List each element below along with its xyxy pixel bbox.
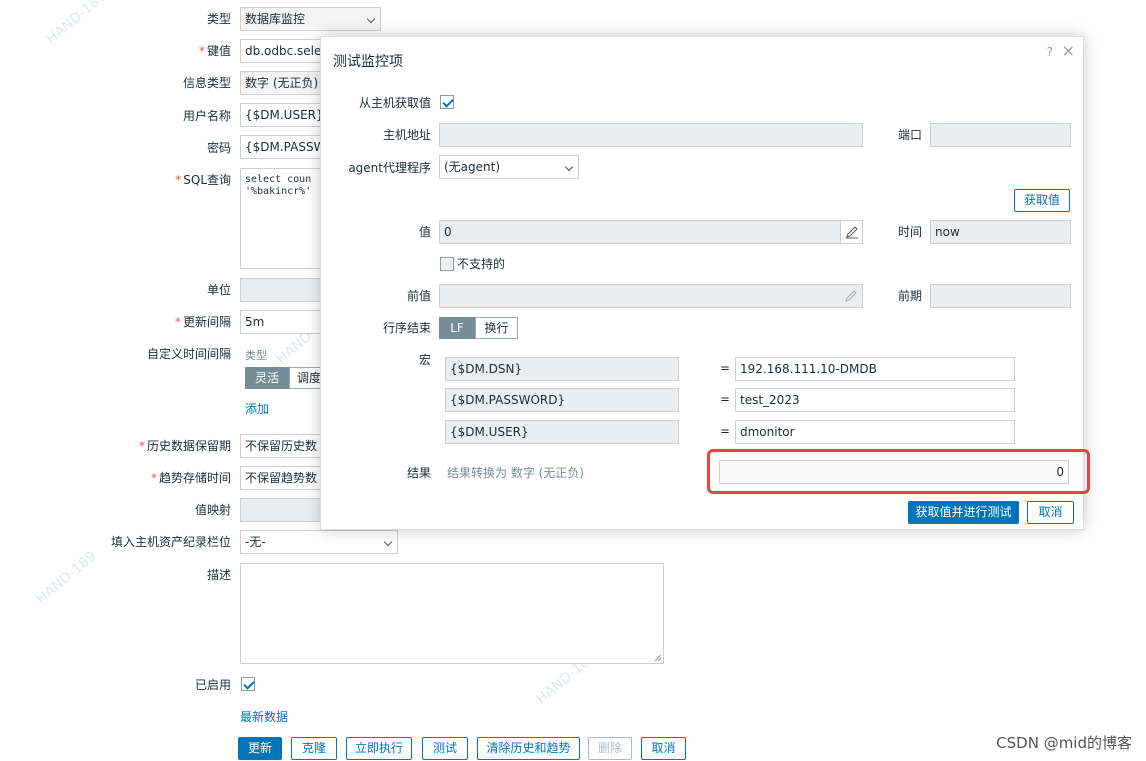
- eol-lf-toggle[interactable]: LF: [439, 317, 475, 339]
- add-interval-link[interactable]: 添加: [245, 400, 269, 417]
- valuemap-input[interactable]: [240, 498, 330, 522]
- password-label: 密码: [206, 141, 231, 155]
- history-label: * 历史数据保留期: [138, 439, 231, 453]
- delete-button: 删除: [588, 737, 632, 760]
- custom-interval-label: 自定义时间间隔: [146, 347, 231, 361]
- dialog-cancel-button[interactable]: 取消: [1027, 501, 1074, 524]
- macros-label: 宏: [418, 353, 431, 367]
- footer-credit: CSDN @mid的博客: [996, 734, 1132, 752]
- macro-value-input[interactable]: dmonitor: [735, 420, 1015, 444]
- user-label: 用户名称: [182, 109, 231, 123]
- equals-sign: =: [720, 392, 731, 406]
- type-select[interactable]: 数据库监控: [240, 7, 381, 31]
- user-input[interactable]: {$DM.USER}: [240, 103, 330, 127]
- time-label: 时间: [898, 225, 923, 239]
- interval-label: * 更新间隔: [174, 315, 231, 329]
- test-button[interactable]: 测试: [422, 737, 468, 760]
- port-input[interactable]: [930, 123, 1071, 147]
- valuemap-label: 值映射: [194, 503, 231, 517]
- prev-value-input[interactable]: [439, 284, 863, 308]
- highlight-box: [707, 449, 1090, 494]
- result-label: 结果: [406, 466, 431, 480]
- info-type-select[interactable]: 数字 (无正负): [240, 71, 330, 95]
- inventory-select[interactable]: -无-: [240, 530, 398, 554]
- unit-label: 单位: [206, 283, 231, 297]
- close-icon[interactable]: ×: [1062, 41, 1075, 60]
- execute-now-button[interactable]: 立即执行: [346, 737, 412, 760]
- type-label: 类型: [206, 12, 231, 26]
- trends-label: * 趋势存储时间: [150, 471, 231, 485]
- value-label: 值: [418, 225, 431, 239]
- eol-label: 行序结束: [382, 321, 431, 335]
- unsupported-checkbox[interactable]: [440, 257, 454, 271]
- enabled-checkbox[interactable]: [241, 677, 255, 691]
- cancel-button[interactable]: 取消: [641, 737, 686, 760]
- description-textarea[interactable]: [240, 563, 664, 664]
- eol-crlf-toggle[interactable]: 换行: [475, 317, 518, 339]
- password-input[interactable]: {$DM.PASSWO: [240, 135, 330, 159]
- inventory-label: 填入主机资产纪录栏位: [110, 535, 231, 549]
- clear-history-button[interactable]: 清除历史和趋势: [477, 737, 580, 760]
- trends-input[interactable]: 不保留趋势数: [240, 466, 330, 490]
- proxy-select[interactable]: (无agent): [439, 155, 579, 179]
- custom-type-header: 类型: [245, 349, 267, 362]
- update-button[interactable]: 更新: [238, 737, 282, 760]
- value-input[interactable]: 0: [439, 220, 863, 244]
- help-icon[interactable]: ?: [1047, 45, 1053, 59]
- sql-line: select coun: [245, 174, 312, 185]
- key-input[interactable]: db.odbc.select[: [240, 39, 330, 63]
- sql-label: * SQL查询: [175, 173, 231, 187]
- dialog-title: 测试监控项: [333, 54, 403, 70]
- get-value-button[interactable]: 获取值: [1014, 189, 1070, 212]
- page: HAND-189 HAND-189 HAND-189 HAND-189 HAND…: [0, 0, 1146, 761]
- value-text: 0: [444, 225, 452, 239]
- resize-handle-icon[interactable]: [654, 654, 662, 662]
- interval-input[interactable]: 5m: [240, 310, 330, 334]
- test-item-dialog: 测试监控项 ? × 从主机获取值 主机地址 端口 agent代理程序 (无age…: [320, 36, 1090, 530]
- prev-time-input[interactable]: [930, 284, 1071, 308]
- info-type-label: 信息类型: [182, 76, 231, 90]
- unsupported-label: 不支持的: [457, 257, 506, 271]
- edit-icon[interactable]: [840, 221, 862, 243]
- key-label: * 键值: [198, 44, 231, 58]
- macro-name: {$DM.USER}: [445, 420, 679, 444]
- time-input[interactable]: now: [930, 220, 1071, 244]
- macro-name: {$DM.DSN}: [445, 357, 679, 381]
- proxy-label: agent代理程序: [348, 161, 431, 175]
- host-address-label: 主机地址: [382, 128, 431, 142]
- equals-sign: =: [720, 361, 731, 375]
- get-value-and-test-button[interactable]: 获取值并进行测试: [908, 501, 1019, 524]
- clone-button[interactable]: 克隆: [291, 737, 337, 760]
- latest-data-link[interactable]: 最新数据: [240, 708, 288, 725]
- sql-line: '%bakincr%': [245, 186, 312, 197]
- prev-time-label: 前期: [898, 289, 923, 303]
- description-label: 描述: [206, 568, 231, 582]
- result-note: 结果转换为 数字 (无正负): [447, 466, 584, 480]
- get-from-host-label: 从主机获取值: [358, 96, 431, 110]
- macro-value-input[interactable]: 192.168.111.10-DMDB: [735, 357, 1015, 381]
- macro-value-input[interactable]: test_2023: [735, 388, 1015, 412]
- prev-value-label: 前值: [406, 289, 431, 303]
- history-input[interactable]: 不保留历史数: [240, 434, 330, 458]
- edit-icon: [845, 290, 857, 302]
- host-address-input[interactable]: [439, 123, 863, 147]
- macro-name: {$DM.PASSWORD}: [445, 388, 679, 412]
- unit-input[interactable]: [240, 278, 330, 302]
- equals-sign: =: [720, 424, 731, 438]
- port-label: 端口: [898, 128, 923, 142]
- enabled-label: 已启用: [194, 678, 231, 692]
- get-from-host-checkbox[interactable]: [440, 95, 454, 109]
- sql-query-textarea[interactable]: select coun '%bakincr%': [240, 168, 330, 269]
- flexible-toggle[interactable]: 灵活: [245, 367, 289, 389]
